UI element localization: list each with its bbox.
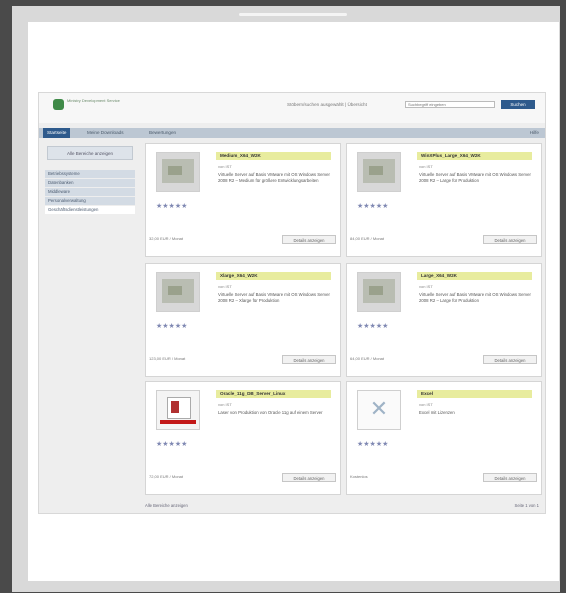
card-title[interactable]: Xlarge_X64_W2K — [216, 272, 331, 280]
catalog-card[interactable]: ★★★★★ Medium_X64_W2K von IST Virtuelle S… — [145, 143, 341, 257]
card-author: von IST — [419, 402, 433, 407]
product-thumbnail — [357, 272, 401, 312]
catalog-card[interactable]: ★★★★★ Large_X64_W2K von IST Virtuelle Se… — [346, 263, 542, 377]
rating-stars-icon: ★★★★★ — [156, 441, 188, 448]
tab-meine-downloads[interactable]: Meine Downloads — [83, 128, 128, 138]
rating-stars-icon: ★★★★★ — [357, 203, 389, 210]
ministry-logo-icon — [53, 99, 64, 110]
details-button[interactable]: Details anzeigen — [483, 473, 537, 482]
card-description: Virtuelle Server auf Basis VMware mit OS… — [419, 172, 531, 183]
screenshot-icon — [162, 159, 194, 183]
card-price: 123,00 EUR / Monat — [149, 356, 186, 361]
details-button[interactable]: Details anzeigen — [483, 235, 537, 244]
header: Ministry Development Service Stöbern/suc… — [39, 93, 545, 123]
tab-startseite[interactable]: Startseite — [43, 128, 71, 138]
search-input[interactable] — [405, 101, 495, 108]
card-price: 32,00 EUR / Monat — [149, 236, 184, 241]
tab-bar: Startseite Meine Downloads Bewertungen H… — [39, 128, 545, 138]
product-thumbnail: ✕ — [357, 390, 401, 430]
sidebar: Alle Bereiche anzeigen Betriebssysteme D… — [43, 143, 137, 233]
help-link[interactable]: Hilfe — [530, 128, 539, 138]
card-author: von IST — [218, 164, 232, 169]
card-title[interactable]: Excel — [417, 390, 532, 398]
card-description: Virtuelle Server auf Basis VMware mit OS… — [218, 292, 330, 303]
catalog-card[interactable]: ★★★★★ Xlarge_X64_W2K von IST Virtuelle S… — [145, 263, 341, 377]
sidebar-item[interactable]: Datenbanken — [45, 179, 135, 187]
search-button[interactable]: Suchen — [501, 100, 535, 109]
card-price: Kostenlos — [350, 474, 368, 479]
card-title[interactable]: Large_X64_W2K — [417, 272, 532, 280]
card-author: von IST — [419, 284, 433, 289]
product-thumbnail — [156, 152, 200, 192]
card-description: Laser von Produktion von Oracle 11g auf … — [218, 410, 323, 415]
card-author: von IST — [218, 284, 232, 289]
excel-x-icon: ✕ — [369, 397, 389, 422]
sidebar-item[interactable]: Middleware — [45, 188, 135, 196]
details-button[interactable]: Details anzeigen — [282, 235, 336, 244]
rating-stars-icon: ★★★★★ — [357, 323, 389, 330]
oracle-logo-icon — [167, 397, 191, 419]
card-title[interactable]: WinXPlus_Large_X64_W2K — [417, 152, 532, 160]
product-thumbnail — [156, 272, 200, 312]
card-price: 72,00 EUR / Monat — [149, 474, 184, 479]
card-description: Excel mit Lizenzen — [419, 410, 455, 415]
pagination-text: Seite 1 von 1 — [514, 503, 539, 508]
card-author: von IST — [218, 402, 232, 407]
catalog-card[interactable]: ✕ ★★★★★ Excel von IST Excel mit Lizenzen… — [346, 381, 542, 495]
card-description: Virtuelle Server auf Basis VMware mit OS… — [218, 172, 330, 183]
card-title[interactable]: Oracle_11g_DB_Server_Linux — [216, 390, 331, 398]
sidebar-item[interactable]: Betriebssysteme — [45, 170, 135, 178]
screenshot-icon — [363, 279, 395, 303]
product-thumbnail — [357, 152, 401, 192]
card-author: von IST — [419, 164, 433, 169]
logo-text: Ministry Development Service — [67, 98, 120, 103]
oracle-banner — [160, 420, 196, 424]
show-all-link[interactable]: Alle Bereiche anzeigen — [145, 503, 188, 508]
catalog-card[interactable]: ★★★★★ Oracle_11g_DB_Server_Linux von IST… — [145, 381, 341, 495]
rating-stars-icon: ★★★★★ — [357, 441, 389, 448]
details-button[interactable]: Details anzeigen — [282, 473, 336, 482]
card-price: 64,00 EUR / Monat — [350, 356, 385, 361]
app-window: Ministry Development Service Stöbern/suc… — [38, 92, 546, 514]
card-title[interactable]: Medium_X64_W2K — [216, 152, 331, 160]
details-button[interactable]: Details anzeigen — [282, 355, 336, 364]
sidebar-item[interactable]: Personalverwaltung — [45, 197, 135, 205]
device-notch — [239, 13, 347, 16]
card-price: 84,00 EUR / Monat — [350, 236, 385, 241]
tab-bewertungen[interactable]: Bewertungen — [145, 128, 180, 138]
sidebar-item-selected[interactable]: Geschäftsdienstleistungen — [45, 206, 135, 214]
search-label: Stöbern/suchen ausgewählt | Übersicht — [287, 102, 367, 107]
rating-stars-icon: ★★★★★ — [156, 323, 188, 330]
screenshot-icon — [162, 279, 194, 303]
show-all-button[interactable]: Alle Bereiche anzeigen — [47, 146, 133, 160]
catalog-card[interactable]: ★★★★★ WinXPlus_Large_X64_W2K von IST Vir… — [346, 143, 542, 257]
card-description: Virtuelle Server auf Basis VMware mit OS… — [419, 292, 531, 303]
rating-stars-icon: ★★★★★ — [156, 203, 188, 210]
product-thumbnail — [156, 390, 200, 430]
screenshot-icon — [363, 159, 395, 183]
details-button[interactable]: Details anzeigen — [483, 355, 537, 364]
